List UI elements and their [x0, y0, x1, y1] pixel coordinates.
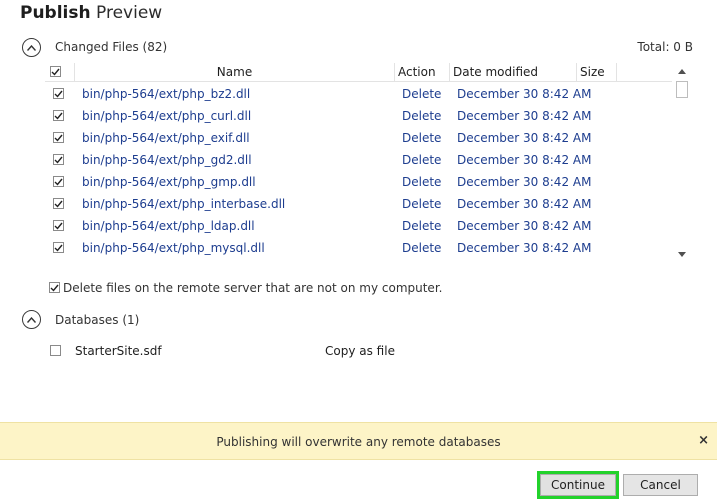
scroll-down-icon[interactable]: [678, 252, 686, 257]
page-title: Publish Preview: [20, 3, 162, 23]
row-checkbox[interactable]: [53, 198, 64, 209]
file-action[interactable]: Delete: [402, 105, 441, 127]
row-checkbox[interactable]: [53, 220, 64, 231]
title-light: Preview: [96, 3, 163, 23]
file-name: bin/php-564/ext/php_ldap.dll: [82, 219, 255, 233]
file-name: bin/php-564/ext/php_gd2.dll: [82, 153, 252, 167]
checkmark-icon: [54, 90, 63, 98]
file-name: bin/php-564/ext/php_curl.dll: [82, 109, 252, 123]
scroll-thumb[interactable]: [676, 81, 688, 98]
file-name: bin/php-564/ext/php_bz2.dll: [82, 87, 251, 101]
delete-remote-label: Delete files on the remote server that a…: [63, 281, 443, 295]
row-checkbox[interactable]: [53, 132, 64, 143]
database-action[interactable]: Copy as file: [325, 344, 395, 358]
file-date: December 30 8:42 AM: [457, 87, 592, 101]
table-row[interactable]: bin/php-564/ext/php_exif.dll Delete Dece…: [45, 127, 672, 149]
grid-scrollbar[interactable]: [674, 63, 691, 259]
database-checkbox[interactable]: [50, 345, 61, 356]
file-date: December 30 8:42 AM: [457, 241, 592, 255]
file-action[interactable]: Delete: [402, 83, 441, 105]
table-row[interactable]: bin/php-564/ext/php_bz2.dll Delete Decem…: [45, 83, 672, 105]
column-header-date[interactable]: Date modified: [450, 63, 577, 82]
row-checkbox[interactable]: [53, 242, 64, 253]
chevron-up-icon: [27, 316, 36, 323]
checkmark-icon: [54, 178, 63, 186]
checkmark-icon: [54, 222, 63, 230]
row-checkbox[interactable]: [53, 88, 64, 99]
warning-text: Publishing will overwrite any remote dat…: [216, 435, 501, 449]
checkmark-icon: [51, 68, 60, 76]
checkmark-icon: [54, 134, 63, 142]
file-name: bin/php-564/ext/php_gmp.dll: [82, 175, 256, 189]
checkmark-icon: [54, 156, 63, 164]
close-icon[interactable]: ×: [698, 434, 709, 448]
column-header-action[interactable]: Action: [395, 63, 450, 82]
checkmark-icon: [54, 112, 63, 120]
column-header-size[interactable]: Size: [577, 63, 617, 82]
file-action[interactable]: Delete: [402, 127, 441, 149]
cancel-button[interactable]: Cancel: [623, 474, 698, 496]
database-name: StarterSite.sdf: [75, 344, 162, 358]
file-date: December 30 8:42 AM: [457, 153, 592, 167]
changed-files-collapse-button[interactable]: [22, 38, 41, 57]
grid-header: Name Action Date modified Size: [45, 63, 672, 82]
column-header-name[interactable]: Name: [75, 63, 395, 82]
warning-bar: Publishing will overwrite any remote dat…: [0, 422, 717, 460]
file-action[interactable]: Delete: [402, 171, 441, 193]
file-action[interactable]: Delete: [402, 149, 441, 171]
table-row[interactable]: bin/php-564/ext/php_mysql.dll Delete Dec…: [45, 237, 672, 259]
file-date: December 30 8:42 AM: [457, 219, 592, 233]
row-checkbox[interactable]: [53, 154, 64, 165]
title-bold: Publish: [20, 3, 91, 23]
select-all-cell: [45, 63, 75, 82]
checkmark-icon: [54, 244, 63, 252]
file-date: December 30 8:42 AM: [457, 197, 592, 211]
changed-files-grid: Name Action Date modified Size bin/php-5…: [45, 63, 672, 259]
table-row[interactable]: bin/php-564/ext/php_gmp.dll Delete Decem…: [45, 171, 672, 193]
databases-label: Databases (1): [55, 313, 140, 327]
checkmark-icon: [50, 284, 59, 292]
file-date: December 30 8:42 AM: [457, 109, 592, 123]
table-row[interactable]: bin/php-564/ext/php_curl.dll Delete Dece…: [45, 105, 672, 127]
table-row[interactable]: bin/php-564/ext/php_ldap.dll Delete Dece…: [45, 215, 672, 237]
row-checkbox[interactable]: [53, 110, 64, 121]
select-all-checkbox[interactable]: [50, 66, 61, 77]
file-name: bin/php-564/ext/php_mysql.dll: [82, 241, 265, 255]
table-row[interactable]: bin/php-564/ext/php_gd2.dll Delete Decem…: [45, 149, 672, 171]
file-action[interactable]: Delete: [402, 237, 441, 259]
changed-files-label: Changed Files (82): [55, 40, 168, 54]
file-date: December 30 8:42 AM: [457, 175, 592, 189]
table-row[interactable]: bin/php-564/ext/php_interbase.dll Delete…: [45, 193, 672, 215]
scroll-up-icon[interactable]: [678, 69, 686, 74]
total-size: Total: 0 B: [637, 40, 693, 54]
delete-remote-checkbox[interactable]: [49, 282, 60, 293]
chevron-up-icon: [27, 44, 36, 51]
row-checkbox[interactable]: [53, 176, 64, 187]
file-action[interactable]: Delete: [402, 193, 441, 215]
file-date: December 30 8:42 AM: [457, 131, 592, 145]
databases-collapse-button[interactable]: [22, 310, 41, 329]
checkmark-icon: [54, 200, 63, 208]
continue-button[interactable]: Continue: [537, 471, 619, 499]
file-name: bin/php-564/ext/php_exif.dll: [82, 131, 250, 145]
file-action[interactable]: Delete: [402, 215, 441, 237]
file-name: bin/php-564/ext/php_interbase.dll: [82, 197, 286, 211]
